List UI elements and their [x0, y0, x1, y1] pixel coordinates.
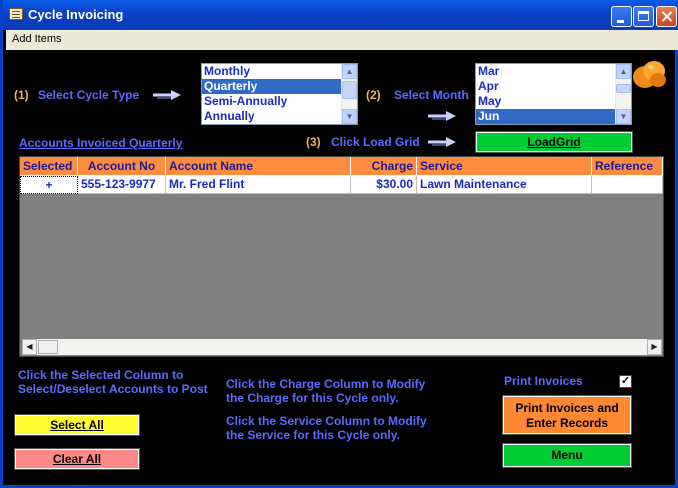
column-header-charge[interactable]: Charge — [351, 157, 417, 176]
month-scrollbar[interactable]: ▲ ▼ — [615, 64, 631, 124]
menu-add-items[interactable]: Add Items — [12, 33, 62, 45]
cell-reference[interactable] — [592, 176, 663, 194]
table-row[interactable]: + 555-123-9977 Mr. Fred Flint $30.00 Law… — [20, 176, 663, 194]
right-arrow-icon — [428, 137, 456, 147]
app-logo-icon — [633, 61, 666, 88]
cell-selected[interactable]: + — [20, 176, 78, 194]
scroll-thumb[interactable] — [616, 84, 631, 93]
month-option[interactable]: Mar — [476, 64, 631, 79]
scroll-up-icon[interactable]: ▲ — [342, 64, 357, 79]
selected-column-instructions: Click the Selected Column to Select/Dese… — [18, 368, 208, 396]
app-icon — [9, 8, 23, 20]
menu-button[interactable]: Menu — [502, 443, 632, 468]
month-option[interactable]: Apr — [476, 79, 631, 94]
column-header-selected[interactable]: Selected — [20, 157, 78, 176]
month-option[interactable]: May — [476, 94, 631, 109]
minimize-button[interactable] — [611, 6, 632, 27]
step1-number: (1) — [14, 88, 29, 102]
scroll-thumb[interactable] — [38, 340, 58, 354]
select-all-button[interactable]: Select All — [14, 414, 140, 436]
step2-number: (2) — [366, 88, 381, 102]
service-column-instructions: Click the Service Column to Modify the S… — [226, 414, 427, 442]
scroll-left-icon[interactable]: ◀ — [22, 339, 37, 355]
scroll-up-icon[interactable]: ▲ — [616, 64, 631, 79]
step3-label: Click Load Grid — [331, 135, 420, 149]
load-grid-button[interactable]: LoadGrid — [475, 131, 633, 153]
cycle-type-scrollbar[interactable]: ▲ ▼ — [341, 64, 357, 124]
cell-service[interactable]: Lawn Maintenance — [417, 176, 592, 194]
right-arrow-icon — [153, 90, 181, 100]
grid-header-row: Selected Account No Account Name Charge … — [20, 157, 663, 176]
charge-column-instructions: Click the Charge Column to Modify the Ch… — [226, 377, 426, 405]
print-invoices-button[interactable]: Print Invoices and Enter Records — [502, 395, 632, 435]
print-invoices-checkbox[interactable]: ✓ — [619, 375, 632, 388]
scroll-down-icon[interactable]: ▼ — [342, 109, 357, 124]
cycle-type-option-selected[interactable]: Quarterly — [202, 79, 357, 94]
cycle-type-listbox[interactable]: Monthly Quarterly Semi-Annually Annually… — [201, 63, 358, 125]
accounts-invoiced-link[interactable]: Accounts Invoiced Quarterly — [19, 136, 182, 150]
step2-label: Select Month — [394, 88, 469, 102]
month-listbox[interactable]: Mar Apr May Jun ▲ ▼ — [475, 63, 632, 125]
step1-label: Select Cycle Type — [38, 88, 140, 102]
print-invoices-label: Print Invoices — [504, 374, 583, 388]
clear-all-button[interactable]: Clear All — [14, 448, 140, 470]
menu-bar: Add Items — [6, 30, 678, 50]
accounts-grid: Selected Account No Account Name Charge … — [19, 156, 664, 357]
title-bar[interactable]: Cycle Invoicing — [3, 0, 678, 30]
maximize-button[interactable] — [633, 6, 654, 27]
cell-account-name[interactable]: Mr. Fred Flint — [166, 176, 351, 194]
scroll-right-icon[interactable]: ▶ — [647, 339, 662, 355]
window-title: Cycle Invoicing — [28, 7, 124, 22]
cell-account-no[interactable]: 555-123-9977 — [78, 176, 166, 194]
column-header-service[interactable]: Service — [417, 157, 592, 176]
month-option-selected[interactable]: Jun — [476, 109, 631, 124]
cycle-type-option[interactable]: Semi-Annually — [202, 94, 357, 109]
column-header-account-name[interactable]: Account Name — [166, 157, 351, 176]
column-header-reference[interactable]: Reference — [592, 157, 663, 176]
cycle-type-option[interactable]: Annually — [202, 109, 357, 124]
step3-number: (3) — [306, 135, 321, 149]
right-arrow-icon — [428, 111, 456, 121]
scroll-thumb[interactable] — [342, 81, 357, 99]
cycle-type-option[interactable]: Monthly — [202, 64, 357, 79]
cycle-invoicing-window: Cycle Invoicing Add Items (1) Select Cyc… — [0, 0, 678, 488]
scroll-down-icon[interactable]: ▼ — [616, 109, 631, 124]
grid-horizontal-scrollbar[interactable]: ◀ ▶ — [22, 339, 662, 355]
column-header-account-no[interactable]: Account No — [78, 157, 166, 176]
close-button[interactable] — [656, 6, 677, 27]
cell-charge[interactable]: $30.00 — [351, 176, 417, 194]
